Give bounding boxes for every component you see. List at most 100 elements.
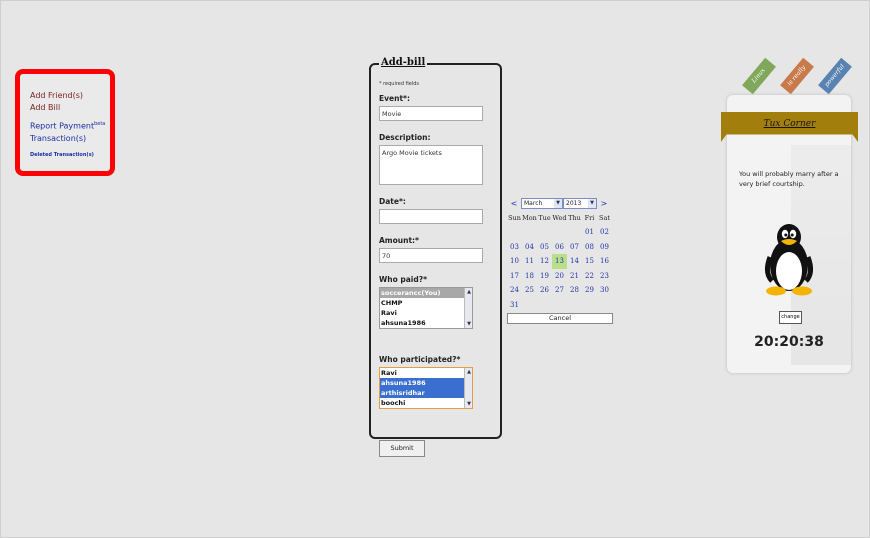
calendar-day[interactable]: 15 (582, 254, 597, 269)
event-input[interactable]: Movie (379, 106, 483, 121)
add-friends-link[interactable]: Add Friend(s) (30, 90, 110, 102)
calendar-day[interactable]: 30 (597, 283, 612, 298)
report-payment-label: Report Payment (30, 121, 95, 131)
required-note: * required fields (379, 81, 420, 87)
calendar-empty-cell (507, 225, 522, 240)
tab-powerful[interactable]: powerful (818, 57, 852, 95)
amount-label: Amount:* (379, 236, 419, 245)
calendar-day[interactable]: 10 (507, 254, 522, 269)
weekday-header: Thu (568, 214, 581, 222)
nav-box: Add Friend(s) Add Bill Report Paymentbet… (15, 69, 115, 176)
change-button[interactable]: change (779, 311, 802, 324)
calendar-empty-cell (582, 298, 597, 313)
tux-penguin-icon (764, 224, 814, 296)
calendar-day[interactable]: 12 (537, 254, 552, 269)
calendar-empty-cell (537, 298, 552, 313)
calendar-empty-cell (552, 225, 567, 240)
calendar-day[interactable]: 18 (522, 269, 537, 284)
calendar-day[interactable]: 17 (507, 269, 522, 284)
month-value: March (524, 199, 543, 207)
calendar-day[interactable]: 09 (597, 240, 612, 255)
scroll-up-icon[interactable]: ▲ (465, 288, 472, 296)
amount-input[interactable]: 70 (379, 248, 483, 263)
who-paid-option[interactable]: soccerancc(You) (380, 288, 466, 298)
calendar-empty-cell (567, 225, 582, 240)
weekday-header: Tue (538, 214, 551, 222)
calendar-header: < March ▼ 2013 ▼ > (507, 197, 613, 209)
next-month-button[interactable]: > (597, 199, 611, 208)
deleted-transactions-link[interactable]: Deleted Transaction(s) (30, 149, 110, 161)
description-textarea[interactable]: Argo Movie tickets (379, 145, 483, 185)
who-paid-option[interactable]: ahsuna1986 (380, 318, 466, 328)
calendar-day[interactable]: 02 (597, 225, 612, 240)
date-input[interactable] (379, 209, 483, 224)
scroll-up-icon[interactable]: ▲ (465, 368, 472, 376)
calendar-day[interactable]: 21 (567, 269, 582, 284)
prev-month-button[interactable]: < (507, 199, 521, 208)
calendar-day[interactable]: 13 (552, 254, 567, 269)
weekday-header: Sun (508, 214, 521, 222)
calendar-day[interactable]: 16 (597, 254, 612, 269)
year-value: 2013 (566, 199, 582, 207)
calendar-day[interactable]: 24 (507, 283, 522, 298)
calendar-day[interactable]: 03 (507, 240, 522, 255)
participant-option[interactable]: boochi (380, 398, 466, 408)
calendar-empty-cell (567, 298, 582, 313)
who-participated-listbox[interactable]: Ravi ahsuna1986 arthisridhar boochi ▲ ▼ (379, 367, 473, 409)
calendar-day[interactable]: 25 (522, 283, 537, 298)
calendar-day[interactable]: 11 (522, 254, 537, 269)
add-bill-link[interactable]: Add Bill (30, 102, 110, 114)
calendar-day[interactable]: 26 (537, 283, 552, 298)
tab-is-really[interactable]: is really (780, 57, 814, 95)
calendar-day[interactable]: 06 (552, 240, 567, 255)
date-label: Date*: (379, 197, 406, 206)
who-paid-scrollbar[interactable]: ▲ ▼ (464, 288, 472, 328)
who-paid-option[interactable]: CHMP (380, 298, 466, 308)
calendar-empty-cell (537, 225, 552, 240)
calendar-day[interactable]: 27 (552, 283, 567, 298)
scroll-down-icon[interactable]: ▼ (465, 400, 472, 408)
weekday-header: Sat (599, 214, 610, 222)
fortune-text: You will probably marry after a very bri… (739, 170, 839, 188)
calendar-day[interactable]: 23 (597, 269, 612, 284)
widget-tabs: Linux is really powerful (737, 57, 857, 97)
widget-title[interactable]: Tux Corner (730, 113, 850, 135)
who-paid-option[interactable]: Ravi (380, 308, 466, 318)
calendar-day[interactable]: 22 (582, 269, 597, 284)
beta-badge: beta (94, 121, 106, 127)
calendar-day[interactable]: 19 (537, 269, 552, 284)
transactions-link[interactable]: Transaction(s) (30, 133, 110, 145)
report-payment-link[interactable]: Report Paymentbeta (30, 118, 110, 133)
participant-option[interactable]: Ravi (380, 368, 466, 378)
add-bill-form: Add-bill * required fields Event*: Movie… (369, 57, 502, 457)
event-label: Event*: (379, 94, 410, 103)
calendar-day[interactable]: 07 (567, 240, 582, 255)
calendar-day[interactable]: 28 (567, 283, 582, 298)
calendar-day[interactable]: 04 (522, 240, 537, 255)
calendar-day[interactable]: 08 (582, 240, 597, 255)
chevron-down-icon[interactable]: ▼ (554, 198, 562, 208)
tab-linux[interactable]: Linux (742, 57, 776, 95)
scroll-down-icon[interactable]: ▼ (465, 320, 472, 328)
calendar-day[interactable]: 31 (507, 298, 522, 313)
who-paid-label: Who paid?* (379, 275, 428, 284)
year-select[interactable]: 2013 ▼ (563, 197, 597, 209)
submit-button[interactable]: Submit (379, 439, 425, 457)
calendar-day[interactable]: 29 (582, 283, 597, 298)
calendar-empty-cell (522, 225, 537, 240)
calendar-day[interactable]: 20 (552, 269, 567, 284)
who-paid-listbox[interactable]: soccerancc(You) CHMP Ravi ahsuna1986 ▲ ▼ (379, 287, 473, 329)
participant-option[interactable]: arthisridhar (380, 388, 466, 398)
calendar-day[interactable]: 01 (582, 225, 597, 240)
weekday-header: Fri (584, 214, 595, 222)
clock-time: 20:20:38 (754, 334, 824, 350)
calendar-cancel-button[interactable]: Cancel (507, 313, 613, 324)
calendar-day[interactable]: 05 (537, 240, 552, 255)
calendar-empty-cell (597, 298, 612, 313)
participant-option[interactable]: ahsuna1986 (380, 378, 466, 388)
chevron-down-icon[interactable]: ▼ (588, 198, 596, 208)
who-participated-scrollbar[interactable]: ▲ ▼ (464, 368, 472, 408)
calendar-day[interactable]: 14 (567, 254, 582, 269)
calendar-empty-cell (522, 298, 537, 313)
month-select[interactable]: March ▼ (521, 197, 563, 209)
